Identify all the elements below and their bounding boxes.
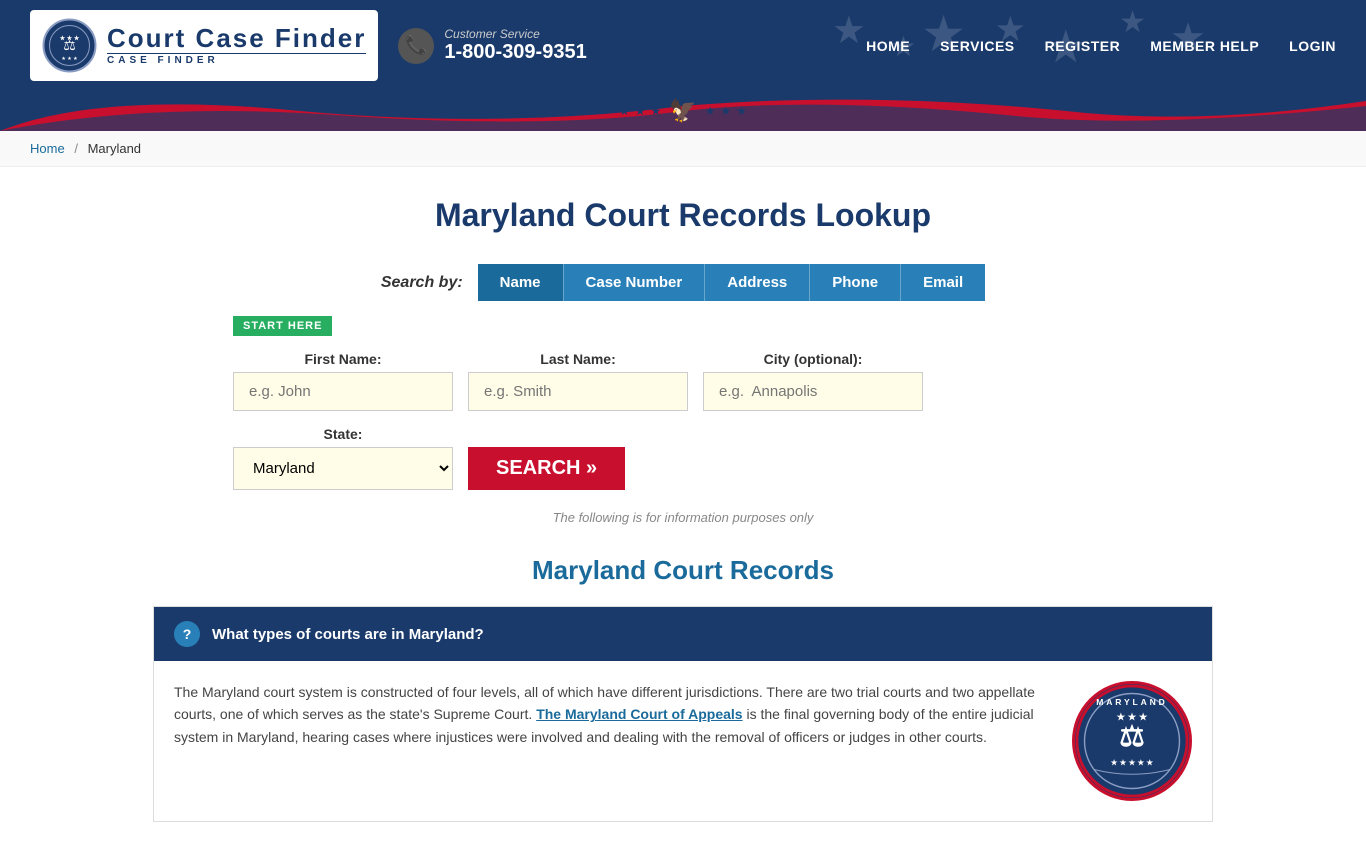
breadcrumb-home[interactable]: Home xyxy=(30,141,65,156)
main-nav: HOME SERVICES REGISTER MEMBER HELP LOGIN xyxy=(866,38,1336,54)
nav-home[interactable]: HOME xyxy=(866,38,910,54)
customer-service-text: Customer Service 1-800-309-9351 xyxy=(444,27,586,64)
last-name-input[interactable] xyxy=(468,372,688,411)
eagle-icon: 🦅 xyxy=(669,98,696,124)
tab-case-number[interactable]: Case Number xyxy=(563,264,705,301)
search-form: First Name: Last Name: City (optional): … xyxy=(233,351,1133,490)
city-group: City (optional): xyxy=(703,351,923,411)
first-name-input[interactable] xyxy=(233,372,453,411)
faq-question-icon: ? xyxy=(174,621,200,647)
svg-text:⚖: ⚖ xyxy=(1119,721,1145,753)
city-input[interactable] xyxy=(703,372,923,411)
phone-icon: 📞 xyxy=(398,28,434,64)
star-2: ★ xyxy=(635,104,646,118)
state-group: State: Maryland xyxy=(233,426,453,490)
svg-text:⚖: ⚖ xyxy=(63,37,76,53)
last-name-label: Last Name: xyxy=(468,351,688,367)
customer-service-label: Customer Service xyxy=(444,27,586,41)
site-logo[interactable]: ★ ★ ★ ⚖ ★ ★ ★ Court Case Finder CASE FIN… xyxy=(30,10,378,81)
logo-text: Court Case Finder CASE FINDER xyxy=(107,25,366,66)
star-5: ★ xyxy=(720,104,731,118)
search-container: Search by: Name Case Number Address Phon… xyxy=(153,264,1213,490)
faq-header-0[interactable]: ? What types of courts are in Maryland? xyxy=(154,607,1212,661)
stars-left: ★ ★ ★ xyxy=(619,104,661,118)
stars-right: ★ ★ ★ xyxy=(705,104,747,118)
logo-seal-icon: ★ ★ ★ ⚖ ★ ★ ★ xyxy=(42,18,97,73)
page-title: Maryland Court Records Lookup xyxy=(153,197,1213,234)
customer-service-phone: 1-800-309-9351 xyxy=(444,41,586,64)
maryland-seal-svg: MARYLAND ★ ★ ★ ⚖ ★ ★ ★ ★ ★ xyxy=(1072,684,1192,798)
header-left: ★ ★ ★ ⚖ ★ ★ ★ Court Case Finder CASE FIN… xyxy=(30,10,587,81)
faq-paragraph-0: The Maryland court system is constructed… xyxy=(174,681,1052,748)
eagle-band: ★ ★ ★ 🦅 ★ ★ ★ xyxy=(0,91,1366,131)
eagle-center: ★ ★ ★ 🦅 ★ ★ ★ xyxy=(619,98,747,124)
nav-member-help[interactable]: MEMBER HELP xyxy=(1150,38,1259,54)
tab-phone[interactable]: Phone xyxy=(809,264,900,301)
svg-text:MARYLAND: MARYLAND xyxy=(1096,697,1167,707)
search-by-label: Search by: xyxy=(381,274,463,292)
tab-email[interactable]: Email xyxy=(900,264,985,301)
faq-body-0: The Maryland court system is constructed… xyxy=(154,661,1212,821)
maryland-court-appeals-link[interactable]: The Maryland Court of Appeals xyxy=(536,706,742,722)
logo-court-label: Court Case Finder xyxy=(107,25,366,51)
star-4: ★ xyxy=(705,104,716,118)
svg-text:★ ★ ★: ★ ★ ★ xyxy=(61,56,78,62)
info-note: The following is for information purpose… xyxy=(153,510,1213,525)
first-name-group: First Name: xyxy=(233,351,453,411)
star-1: ★ xyxy=(619,104,630,118)
records-section-title: Maryland Court Records xyxy=(153,555,1213,586)
main-content: Maryland Court Records Lookup Search by:… xyxy=(133,167,1233,857)
last-name-group: Last Name: xyxy=(468,351,688,411)
tab-address[interactable]: Address xyxy=(704,264,809,301)
faq-text-0: The Maryland court system is constructed… xyxy=(174,681,1052,801)
breadcrumb-current: Maryland xyxy=(88,141,141,156)
nav-register[interactable]: REGISTER xyxy=(1045,38,1121,54)
nav-login[interactable]: LOGIN xyxy=(1289,38,1336,54)
faq-item-0: ? What types of courts are in Maryland? … xyxy=(153,606,1213,822)
star-3: ★ xyxy=(651,104,662,118)
customer-service: 📞 Customer Service 1-800-309-9351 xyxy=(398,27,586,64)
city-label: City (optional): xyxy=(703,351,923,367)
start-here-badge: START HERE xyxy=(233,316,332,336)
nav-services[interactable]: SERVICES xyxy=(940,38,1015,54)
faq-question-text-0: What types of courts are in Maryland? xyxy=(212,626,484,643)
first-name-label: First Name: xyxy=(233,351,453,367)
state-label: State: xyxy=(233,426,453,442)
site-header: ★ ★ ★ ★ ★ ★ ★ ★ ★ ★ ⚖ ★ ★ ★ Court Case F… xyxy=(0,0,1366,91)
search-button[interactable]: SEARCH » xyxy=(468,447,625,490)
breadcrumb-separator: / xyxy=(74,141,78,156)
star-6: ★ xyxy=(736,104,747,118)
maryland-seal: MARYLAND ★ ★ ★ ⚖ ★ ★ ★ ★ ★ xyxy=(1072,681,1192,801)
tab-name[interactable]: Name xyxy=(478,264,563,301)
search-by-row: Search by: Name Case Number Address Phon… xyxy=(153,264,1213,301)
svg-text:★ ★ ★ ★ ★: ★ ★ ★ ★ ★ xyxy=(1111,758,1155,767)
breadcrumb: Home / Maryland xyxy=(0,131,1366,167)
logo-tagline: CASE FINDER xyxy=(107,53,366,66)
state-select[interactable]: Maryland xyxy=(233,447,453,490)
